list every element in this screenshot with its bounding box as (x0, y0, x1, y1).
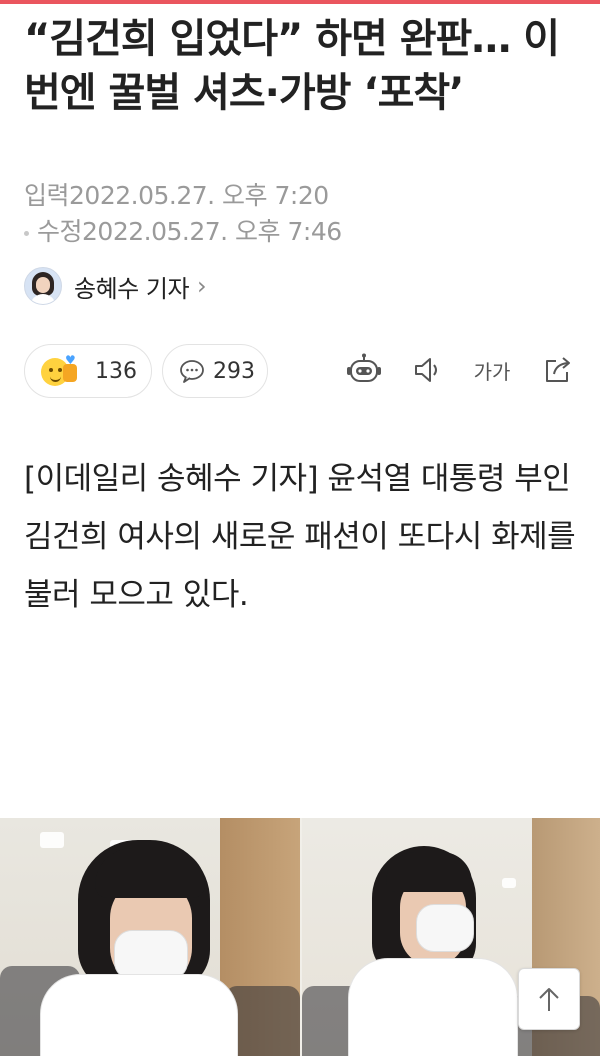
font-size-icon[interactable]: 가가 (472, 350, 512, 390)
scroll-to-top-button[interactable] (518, 968, 580, 1030)
bullet-dot-icon (24, 230, 29, 236)
accent-line (0, 0, 600, 4)
thumbs-up-emoji-icon: ♥ (41, 354, 87, 388)
arrow-up-icon (536, 985, 562, 1013)
comment-count: 293 (213, 358, 255, 384)
modified-label: 수정 (37, 217, 83, 246)
chevron-right-icon: › (197, 272, 207, 300)
top-accent-bar (0, 0, 600, 4)
comment-button[interactable]: 293 (162, 344, 268, 398)
article-photo (0, 818, 600, 1056)
like-count: 136 (95, 358, 137, 384)
published-date: 입력2022.05.27. 오후 7:20 (24, 176, 329, 212)
font-size-label: 가가 (473, 359, 511, 384)
article-body: [이데일리 송혜수 기자] 윤석열 대통령 부인 김건희 여사의 새로운 패션이… (24, 461, 576, 613)
published-label: 입력 (24, 181, 70, 210)
speaker-icon[interactable] (408, 350, 448, 390)
article-headline: “김건희 입었다” 하면 완판… 이번엔 꿀벌 셔츠·가방 ‘포착’ (24, 16, 560, 116)
published-value: 2022.05.27. 오후 7:20 (69, 181, 329, 210)
like-reaction-button[interactable]: ♥ 136 (24, 344, 152, 398)
photo-left (0, 818, 300, 1056)
author-avatar (24, 267, 62, 305)
robot-summary-icon[interactable] (344, 350, 384, 390)
author-name: 송혜수 기자 (74, 274, 190, 303)
speech-bubble-icon (179, 359, 205, 383)
author-link[interactable]: 송혜수 기자 › (24, 266, 207, 306)
modified-value: 2022.05.27. 오후 7:46 (82, 217, 342, 246)
modified-date: 수정2022.05.27. 오후 7:46 (24, 212, 342, 248)
share-icon[interactable] (538, 350, 578, 390)
